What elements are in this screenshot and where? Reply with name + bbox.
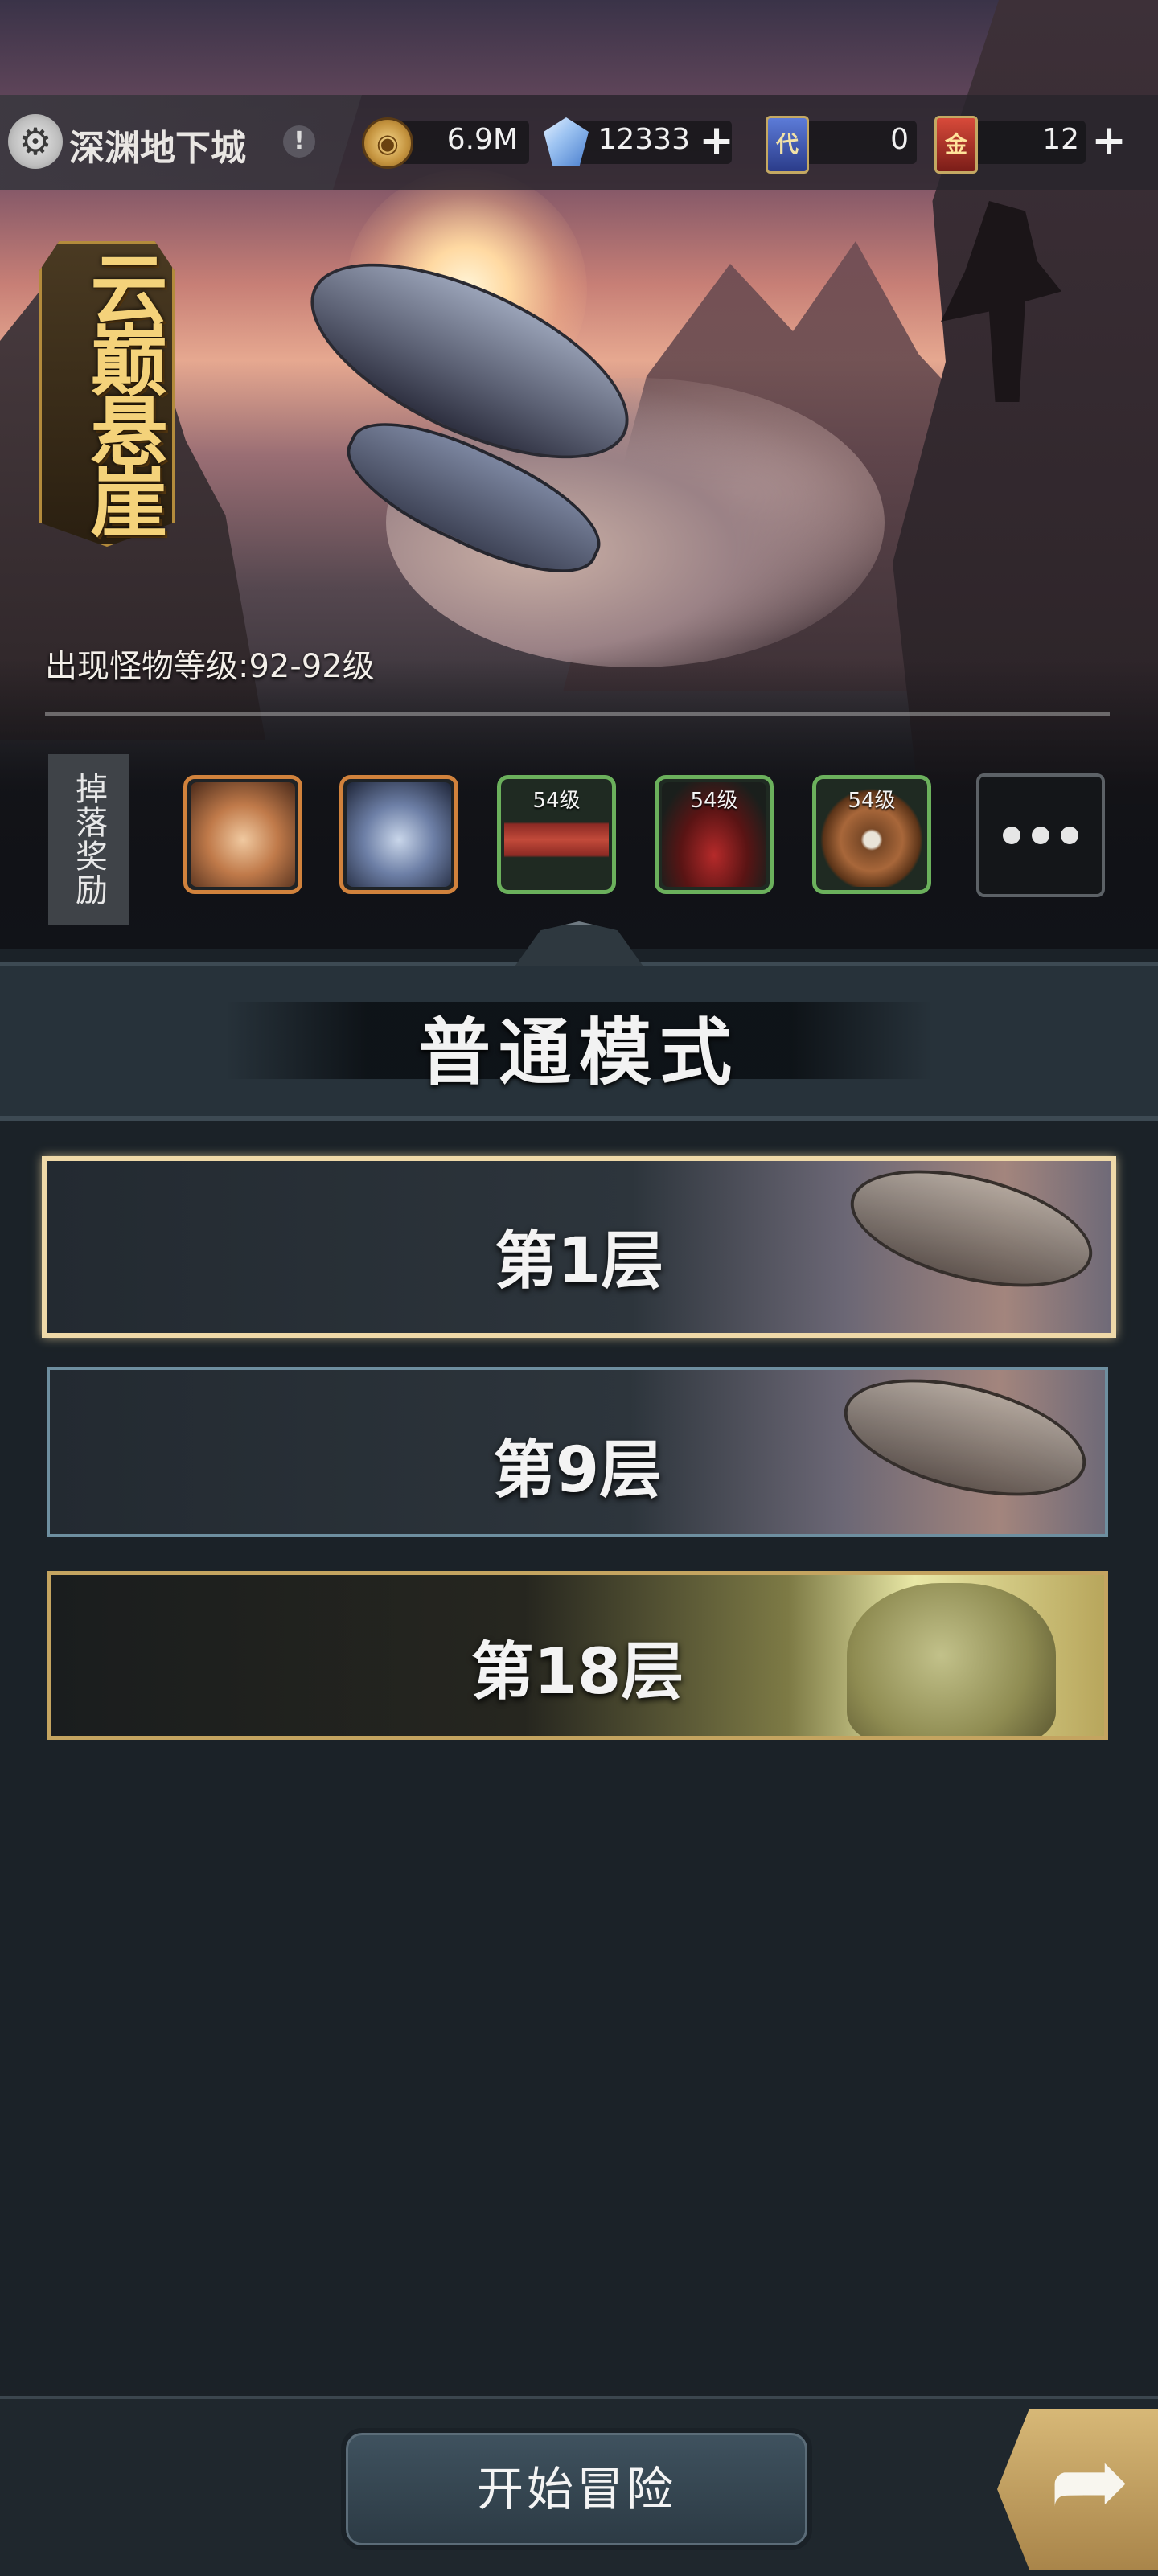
more-dot-icon xyxy=(1032,827,1049,844)
divider xyxy=(45,712,1110,716)
gold-coin-icon: ◉ xyxy=(362,117,413,169)
red-ticket-amount: 12 xyxy=(1042,123,1079,156)
swirl-icon: ⚙ xyxy=(8,114,63,169)
start-adventure-button[interactable]: 开始冒险 xyxy=(341,2428,812,2550)
gem-amount: 12333 xyxy=(597,123,690,156)
more-dot-icon xyxy=(1061,827,1078,844)
floor-option-9[interactable]: 第9层 xyxy=(47,1367,1108,1537)
blue-ticket-amount: 0 xyxy=(890,123,909,156)
mode-title[interactable]: 普通模式 xyxy=(0,994,1158,1098)
reward-item[interactable]: 54级 xyxy=(497,775,616,894)
gold-amount: 6.9M xyxy=(446,123,518,156)
red-ticket-icon: 金 xyxy=(934,116,978,174)
floor-option-18[interactable]: 第18层 xyxy=(47,1571,1108,1740)
blue-ticket-icon: 代 xyxy=(766,116,809,174)
reward-item[interactable]: 54级 xyxy=(812,775,931,894)
floor-label: 第18层 xyxy=(470,1636,684,1708)
add-gems-plus-icon[interactable]: + xyxy=(698,120,735,162)
more-rewards-button[interactable] xyxy=(976,773,1105,897)
monster-level-text: 出现怪物等级:92-92级 xyxy=(45,648,375,685)
floor-label: 第9层 xyxy=(492,1434,663,1507)
info-icon[interactable]: ! xyxy=(283,125,315,158)
reward-item[interactable]: 54级 xyxy=(655,775,774,894)
dungeon-name[interactable]: 深渊地下城 xyxy=(69,119,246,170)
floor-option-1[interactable]: 第1层 xyxy=(42,1156,1116,1338)
reward-item[interactable] xyxy=(339,775,458,894)
wolf-portrait-icon xyxy=(347,782,451,887)
add-tickets-plus-icon[interactable]: + xyxy=(1090,120,1127,162)
deer-portrait-icon xyxy=(191,782,295,887)
more-dot-icon xyxy=(1003,827,1020,844)
drop-rewards-label: 掉落奖励 xyxy=(48,754,129,925)
reward-level: 54级 xyxy=(690,789,738,813)
reward-item[interactable] xyxy=(183,775,302,894)
floor-label: 第1层 xyxy=(494,1225,664,1298)
stage-title: 云巅悬崖 xyxy=(77,249,167,532)
share-arrow-icon: ➦ xyxy=(1049,2426,1131,2537)
reward-level: 54级 xyxy=(848,789,896,813)
reward-level: 54级 xyxy=(532,789,581,813)
